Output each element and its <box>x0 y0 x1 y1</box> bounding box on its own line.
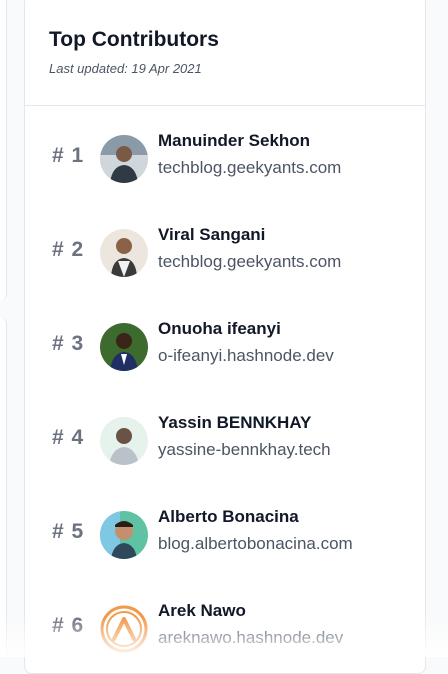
rank-label: # 3 <box>52 332 84 356</box>
last-updated-text: Last updated: 19 Apr 2021 <box>49 61 425 77</box>
rank-label: # 1 <box>52 144 84 168</box>
contributor-name[interactable]: Onuoha ifeanyi <box>158 319 281 339</box>
contributor-site-link[interactable]: blog.albertobonacina.com <box>158 534 353 554</box>
avatar-photo-icon[interactable] <box>100 323 148 371</box>
contributor-site-link[interactable]: areknawo.hashnode.dev <box>158 628 343 648</box>
avatar-photo-icon[interactable] <box>100 229 148 277</box>
avatar-photo-icon[interactable] <box>100 511 148 559</box>
arch-logo-icon[interactable] <box>100 605 148 653</box>
contributor-name[interactable]: Viral Sangani <box>158 225 265 245</box>
contributor-site-link[interactable]: techblog.geekyants.com <box>158 252 341 272</box>
contributor-row[interactable]: # 4 Yassin BENNKHAY yassine-bennkhay.tec… <box>25 410 425 470</box>
left-panel-edge <box>0 0 6 657</box>
rank-label: # 5 <box>52 520 84 544</box>
contributor-row[interactable]: # 6 Arek Nawo areknawo.hashnode.dev <box>25 598 425 658</box>
card-header: Top Contributors Last updated: 19 Apr 20… <box>25 0 425 106</box>
avatar-photo-icon[interactable] <box>100 417 148 465</box>
rank-label: # 2 <box>52 238 84 262</box>
rank-label: # 4 <box>52 426 84 450</box>
left-panel-edge-bottom <box>0 318 7 657</box>
contributor-name[interactable]: Yassin BENNKHAY <box>158 413 311 433</box>
rank-label: # 6 <box>52 614 84 638</box>
contributor-name[interactable]: Arek Nawo <box>158 601 246 621</box>
contributor-row[interactable]: # 3 Onuoha ifeanyi o-ifeanyi.hashnode.de… <box>25 316 425 376</box>
contributor-row[interactable]: # 5 Alberto Bonacina blog.albertobonacin… <box>25 504 425 564</box>
left-panel-edge-top <box>0 0 7 300</box>
contributor-row[interactable]: # 1 Manuinder Sekhon techblog.geekyants.… <box>25 128 425 188</box>
contributor-row[interactable]: # 2 Viral Sangani techblog.geekyants.com <box>25 222 425 282</box>
top-contributors-card: Top Contributors Last updated: 19 Apr 20… <box>24 0 426 674</box>
contributor-site-link[interactable]: o-ifeanyi.hashnode.dev <box>158 346 334 366</box>
contributor-site-link[interactable]: yassine-bennkhay.tech <box>158 440 331 460</box>
contributor-name[interactable]: Manuinder Sekhon <box>158 131 310 151</box>
card-title: Top Contributors <box>49 27 425 53</box>
avatar-photo-icon[interactable] <box>100 135 148 183</box>
contributor-name[interactable]: Alberto Bonacina <box>158 507 299 527</box>
contributor-site-link[interactable]: techblog.geekyants.com <box>158 158 341 178</box>
